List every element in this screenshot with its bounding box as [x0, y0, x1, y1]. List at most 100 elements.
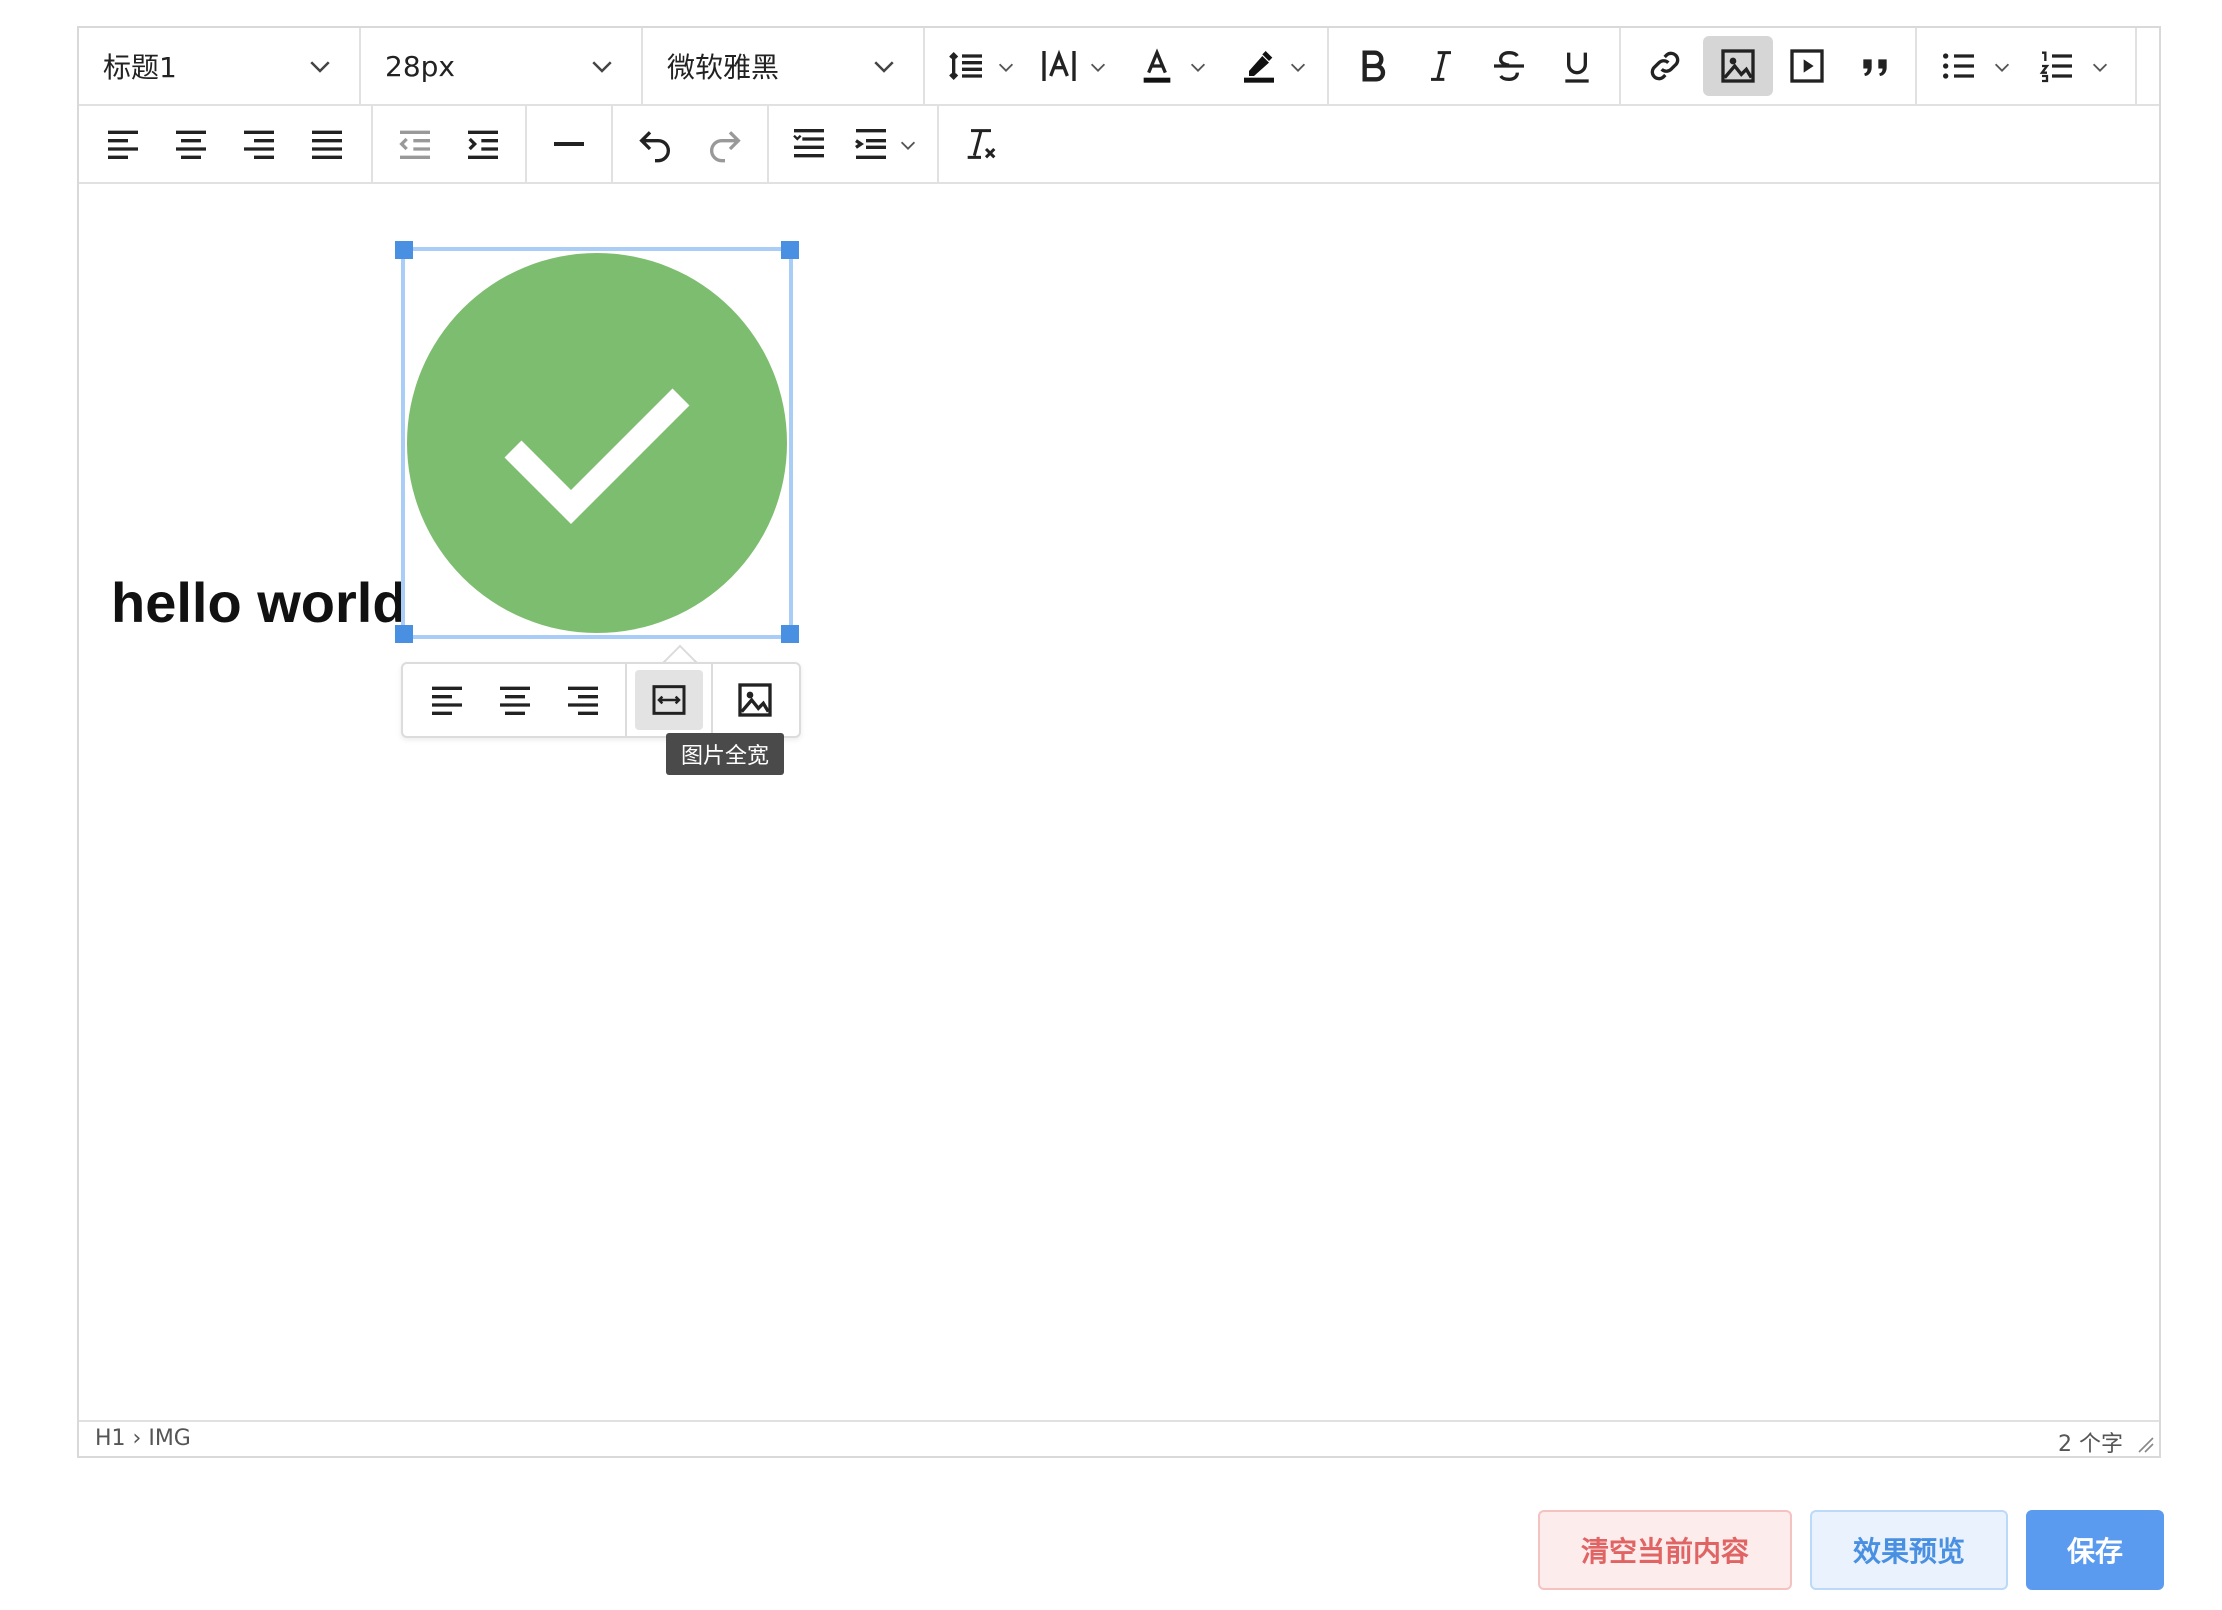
full-width-icon [652, 685, 686, 715]
toolbar-row-1: 标题1 28px 微软雅黑 [79, 28, 2159, 106]
toolbar-divider [625, 664, 627, 736]
chevron-down-icon[interactable] [1087, 56, 1109, 78]
image-options-button[interactable] [721, 670, 789, 730]
link-icon [1650, 51, 1680, 81]
toolbar-divider [525, 106, 527, 182]
align-left-icon [432, 686, 462, 715]
justify-icon [312, 130, 342, 159]
resize-handle-bottom-left[interactable] [395, 625, 413, 643]
strikethrough-button[interactable] [1479, 36, 1539, 96]
chevron-down-icon[interactable] [1187, 56, 1209, 78]
image-align-right-button[interactable] [549, 670, 617, 730]
toolbar-divider [937, 106, 939, 182]
indent-icon [468, 130, 498, 159]
status-bar: H1 › IMG 2 个字 [79, 1420, 2159, 1457]
link-button[interactable] [1635, 36, 1695, 96]
resize-handle-top-right[interactable] [781, 241, 799, 259]
video-icon [1790, 49, 1824, 83]
line-height-icon [949, 51, 982, 81]
font-size-select[interactable]: 28px [361, 28, 643, 104]
image-align-center-button[interactable] [481, 670, 549, 730]
font-size-select-value: 28px [385, 49, 455, 83]
font-size-icon [1042, 49, 1076, 81]
resize-grip-icon[interactable] [2135, 1434, 2155, 1454]
redo-button[interactable] [695, 114, 755, 174]
clear-content-button[interactable]: 清空当前内容 [1538, 1510, 1792, 1590]
bold-icon [1362, 50, 1386, 82]
underline-icon [1565, 52, 1589, 83]
resize-handle-top-left[interactable] [395, 241, 413, 259]
highlight-color-button[interactable] [1229, 36, 1289, 96]
paragraph-spacing-button[interactable] [841, 114, 901, 174]
redo-icon [710, 131, 741, 163]
chevron-down-icon[interactable] [897, 134, 919, 156]
selected-image[interactable] [401, 247, 793, 639]
quote-icon [1863, 59, 1887, 76]
align-center-icon [176, 130, 206, 159]
chevron-down-icon[interactable] [1287, 56, 1309, 78]
save-button[interactable]: 保存 [2026, 1510, 2164, 1590]
font-family-select-value: 微软雅黑 [667, 51, 780, 84]
clear-format-button[interactable] [951, 114, 1011, 174]
italic-button[interactable] [1411, 36, 1471, 96]
editor-content[interactable]: hello world [79, 184, 2159, 1420]
image-align-left-button[interactable] [413, 670, 481, 730]
strikethrough-icon [1494, 50, 1524, 82]
underline-button[interactable] [1547, 36, 1607, 96]
italic-icon [1431, 51, 1451, 81]
align-center-button[interactable] [161, 114, 221, 174]
justify-button[interactable] [297, 114, 357, 174]
image-button[interactable] [1703, 36, 1773, 96]
toolbar-divider [371, 106, 373, 182]
align-left-button[interactable] [93, 114, 153, 174]
element-path[interactable]: H1 › IMG [95, 1426, 191, 1451]
preview-button[interactable]: 效果预览 [1810, 1510, 2008, 1590]
toolbar-divider [1915, 28, 1917, 104]
font-color-button[interactable] [1127, 36, 1187, 96]
chevron-down-icon[interactable] [995, 56, 1017, 78]
undo-button[interactable] [625, 114, 685, 174]
paragraph-spacing-icon [855, 129, 886, 159]
video-button[interactable] [1777, 36, 1837, 96]
numbered-list-icon [2039, 51, 2072, 83]
bullet-list-button[interactable] [1929, 36, 1989, 96]
font-family-select[interactable]: 微软雅黑 [643, 28, 925, 104]
line-spacing-button[interactable] [779, 114, 839, 174]
blockquote-button[interactable] [1845, 36, 1905, 96]
toolbar-divider [1327, 28, 1329, 104]
toolbar-divider [611, 106, 613, 182]
chevron-down-icon[interactable] [2089, 56, 2111, 78]
horizontal-rule-icon [554, 142, 584, 146]
tooltip: 图片全宽 [666, 733, 784, 775]
outdent-icon [399, 130, 430, 159]
image-full-width-button[interactable] [635, 670, 703, 730]
resize-handle-bottom-right[interactable] [781, 625, 799, 643]
toolbar-divider [767, 106, 769, 182]
chevron-down-icon [592, 61, 612, 73]
line-height-button[interactable] [937, 36, 997, 96]
chevron-down-icon [874, 61, 894, 73]
heading-text[interactable]: hello world [111, 570, 407, 635]
font-size-button[interactable] [1029, 36, 1089, 96]
line-spacing-icon [793, 129, 824, 158]
align-left-icon [108, 130, 138, 159]
chevron-down-icon[interactable] [1991, 56, 2013, 78]
bold-button[interactable] [1343, 36, 1403, 96]
image-icon [738, 683, 772, 717]
toolbar-divider [2135, 28, 2137, 104]
indent-button[interactable] [453, 114, 513, 174]
outdent-button[interactable] [385, 114, 445, 174]
undo-icon [639, 131, 670, 163]
image-icon [1721, 49, 1755, 83]
highlighter-icon [1244, 51, 1274, 83]
word-count: 2 个字 [2058, 1432, 2123, 1457]
rich-text-editor: 标题1 28px 微软雅黑 hello world H1 › IMG 2 个字 [77, 26, 2161, 1458]
align-right-button[interactable] [229, 114, 289, 174]
align-right-icon [568, 686, 598, 715]
numbered-list-button[interactable] [2027, 36, 2087, 96]
align-center-icon [500, 686, 530, 715]
heading-select[interactable]: 标题1 [79, 28, 361, 104]
toolbar-divider [1619, 28, 1621, 104]
horizontal-rule-button[interactable] [539, 114, 599, 174]
toolbar-divider [711, 664, 713, 736]
